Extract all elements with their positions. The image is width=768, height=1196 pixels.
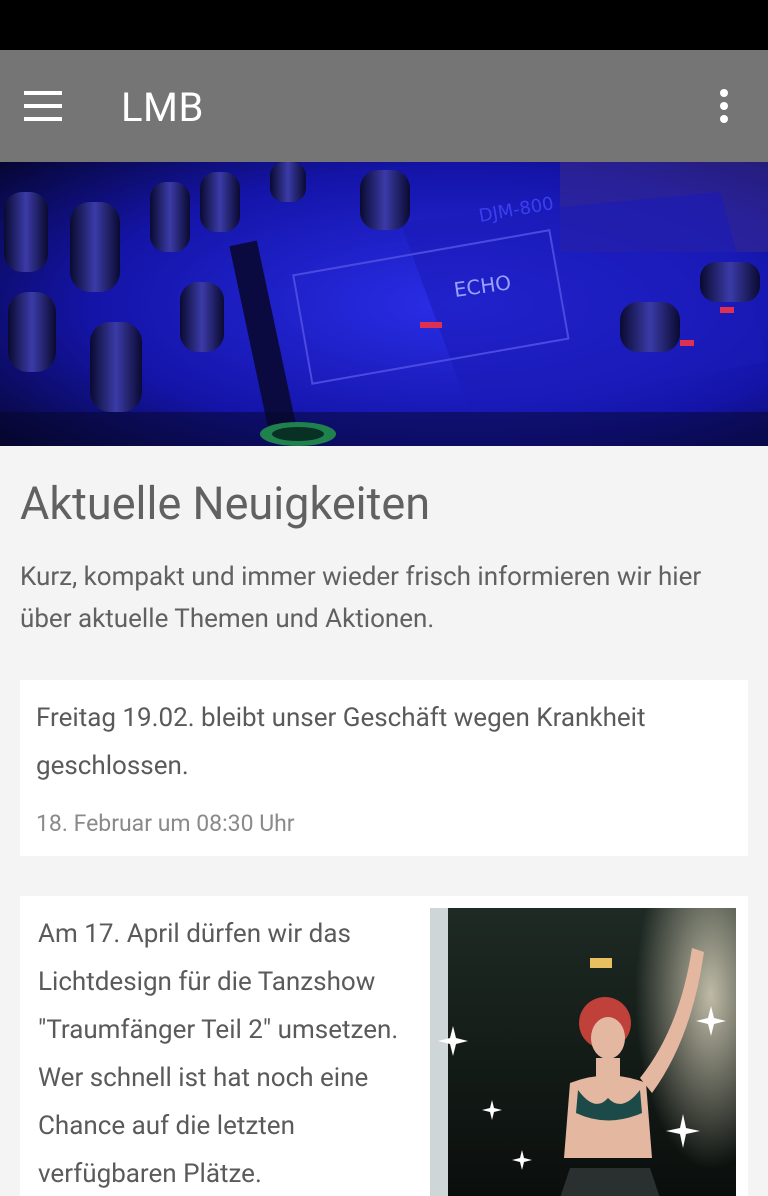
overflow-menu-button[interactable] xyxy=(700,78,748,134)
news-timestamp: 18. Februar um 08:30 Uhr xyxy=(36,810,295,837)
news-card[interactable]: Am 17. April dürfen wir das Lichtdesign … xyxy=(20,896,748,1196)
more-vert-icon xyxy=(720,89,728,123)
menu-button[interactable] xyxy=(24,78,88,134)
news-card[interactable]: Freitag 19.02. bleibt unser Geschäft weg… xyxy=(20,680,748,856)
news-text: Am 17. April dürfen wir das Lichtdesign … xyxy=(38,919,399,1189)
hero-image: ECHO DJM-800 xyxy=(0,162,768,446)
news-image xyxy=(430,908,736,1196)
app-bar: LMB xyxy=(0,50,768,162)
intro-text: Kurz, kompakt und immer wieder frisch in… xyxy=(20,562,702,634)
status-bar xyxy=(0,0,768,50)
news-text: Freitag 19.02. bleibt unser Geschäft weg… xyxy=(36,703,646,781)
page-title: Aktuelle Neuigkeiten xyxy=(20,477,431,530)
hamburger-menu-icon xyxy=(24,91,62,121)
app-title: LMB xyxy=(121,84,204,131)
